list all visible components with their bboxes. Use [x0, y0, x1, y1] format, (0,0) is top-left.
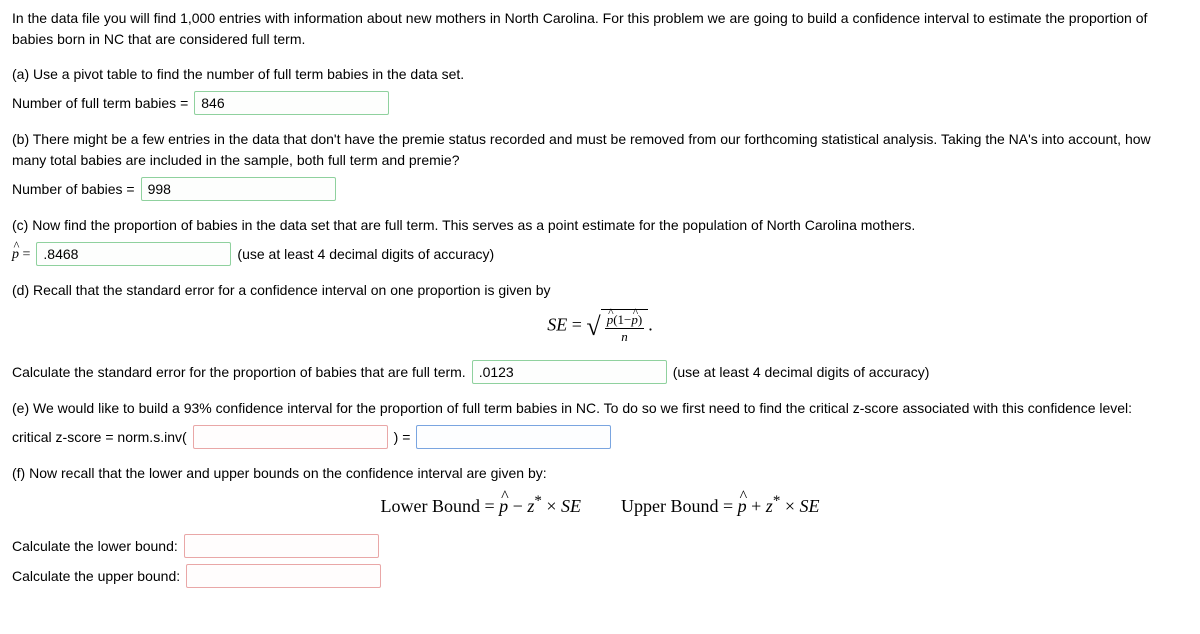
question-d: (d) Recall that the standard error for a…: [12, 280, 1188, 384]
input-e2[interactable]: [416, 425, 611, 449]
input-a[interactable]: [194, 91, 389, 115]
question-b-text: (b) There might be a few entries in the …: [12, 129, 1188, 171]
bounds-formula: Lower Bound = p − z* × SE Upper Bound = …: [12, 490, 1188, 520]
se-formula: SE = √ p(1−p) n .: [12, 309, 1188, 344]
input-b[interactable]: [141, 177, 336, 201]
question-f-text: (f) Now recall that the lower and upper …: [12, 463, 1188, 484]
input-upper[interactable]: [186, 564, 381, 588]
question-f: (f) Now recall that the lower and upper …: [12, 463, 1188, 588]
label-d: Calculate the standard error for the pro…: [12, 362, 466, 383]
question-e-text: (e) We would like to build a 93% confide…: [12, 398, 1188, 419]
question-d-text: (d) Recall that the standard error for a…: [12, 280, 1188, 301]
question-e: (e) We would like to build a 93% confide…: [12, 398, 1188, 449]
question-b: (b) There might be a few entries in the …: [12, 129, 1188, 201]
question-c: (c) Now find the proportion of babies in…: [12, 215, 1188, 266]
input-e1[interactable]: [193, 425, 388, 449]
intro-text: In the data file you will find 1,000 ent…: [12, 8, 1188, 50]
label-b: Number of babies =: [12, 179, 135, 200]
hint-d: (use at least 4 decimal digits of accura…: [673, 362, 930, 383]
question-a: (a) Use a pivot table to find the number…: [12, 64, 1188, 115]
input-lower[interactable]: [184, 534, 379, 558]
input-d[interactable]: [472, 360, 667, 384]
question-c-text: (c) Now find the proportion of babies in…: [12, 215, 1188, 236]
label-upper: Calculate the upper bound:: [12, 566, 180, 587]
label-e-pre: critical z-score = norm.s.inv(: [12, 427, 187, 448]
input-c[interactable]: [36, 242, 231, 266]
label-a: Number of full term babies =: [12, 93, 188, 114]
hint-c: (use at least 4 decimal digits of accura…: [237, 244, 494, 265]
p-hat-symbol: p =: [12, 244, 30, 265]
label-e-mid: ) =: [394, 427, 411, 448]
label-lower: Calculate the lower bound:: [12, 536, 178, 557]
question-a-text: (a) Use a pivot table to find the number…: [12, 64, 1188, 85]
